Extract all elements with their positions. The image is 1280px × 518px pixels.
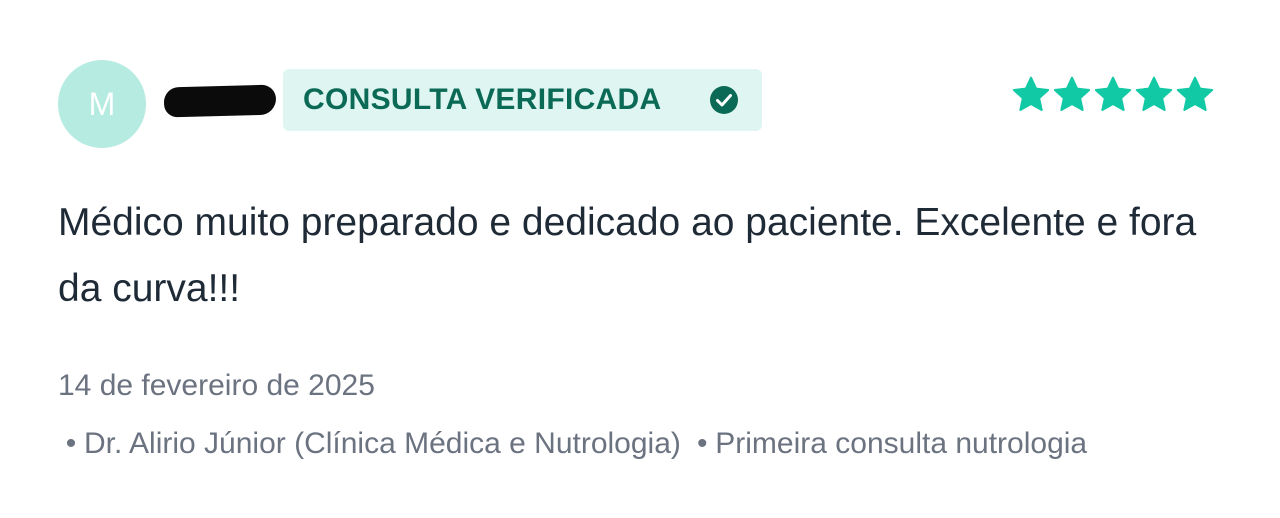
review-comment: Médico muito preparado e dedicado ao pac… (58, 201, 1197, 310)
service-name: Primeira consulta nutrologia (715, 427, 1088, 460)
review-date: 14 de fevereiro de 2025 (58, 369, 375, 402)
verified-badge: CONSULTA VERIFICADA (283, 69, 762, 131)
star-icon (1012, 76, 1050, 111)
redacted-reviewer-name (163, 84, 277, 118)
verified-badge-label: CONSULTA VERIFICADA (303, 83, 662, 116)
bullet-separator: • (696, 427, 708, 460)
check-circle-icon (710, 86, 738, 114)
avatar: M (58, 60, 146, 148)
star-icon (1135, 76, 1173, 111)
review-meta: • Dr. Alirio Júnior (Clínica Médica e Nut… (58, 418, 1158, 470)
bullet-separator: • (65, 427, 77, 460)
star-icon (1176, 76, 1214, 111)
star-icon (1094, 76, 1132, 111)
avatar-initial: M (88, 85, 116, 122)
star-icon (1053, 76, 1091, 111)
star-rating (1011, 75, 1215, 115)
doctor-name: Dr. Alirio Júnior (Clínica Médica e Nutr… (84, 427, 681, 460)
